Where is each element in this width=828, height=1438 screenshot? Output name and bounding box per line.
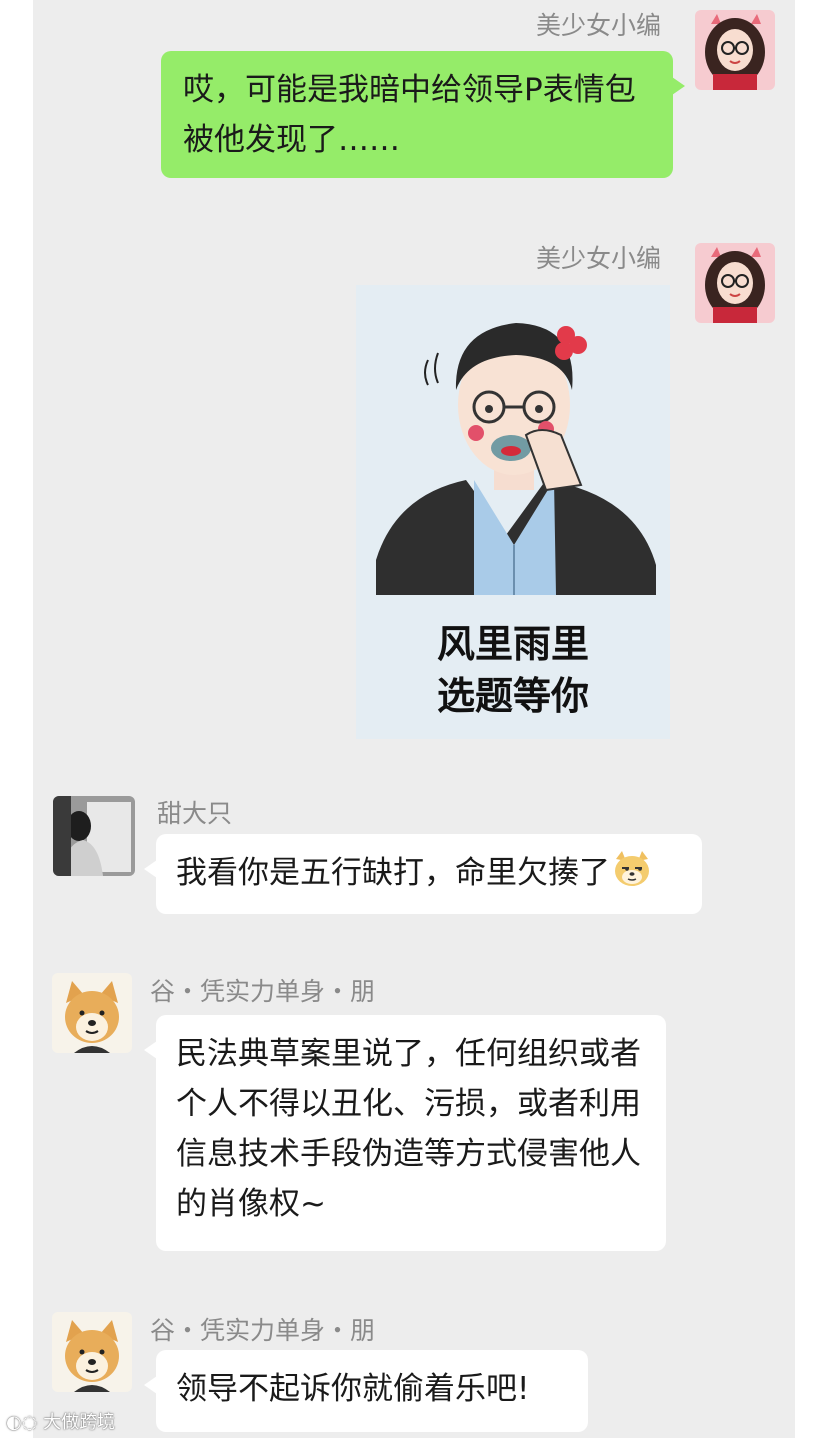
message-text: 领导不起诉你就偷着乐吧! <box>176 1371 530 1407</box>
avatar-gu[interactable] <box>52 1312 132 1392</box>
sender-name: 美少女小编 <box>536 244 662 273</box>
sender-name: 谷・凭实力单身・朋 <box>150 1316 376 1345</box>
sender-name: 美少女小编 <box>536 11 662 40</box>
avatar-meishaonv[interactable] <box>695 243 775 323</box>
watermark: ◐◌ 大做跨境 <box>6 1408 115 1434</box>
avatar-girl-illustration <box>695 10 775 90</box>
sender-name: 谷・凭实力单身・朋 <box>150 977 376 1006</box>
sticker-message[interactable]: 风里雨里 选题等你 <box>356 285 670 739</box>
man-illustration <box>376 323 656 595</box>
message-bubble-incoming[interactable]: 领导不起诉你就偷着乐吧! <box>144 1350 588 1432</box>
sticker-caption-line1: 风里雨里 <box>436 622 589 666</box>
avatar-photo <box>53 796 135 876</box>
avatar-meishaonv[interactable] <box>695 10 775 90</box>
shiba-dog-avatar <box>52 973 132 1053</box>
message-bubble-outgoing[interactable]: 哎，可能是我暗中给领导P表情包被他发现了…… <box>161 51 685 178</box>
message-text: 民法典草案里说了，任何组织或者个人不得以丑化、污损，或者利用信息技术手段伪造等方… <box>176 1036 641 1222</box>
sender-name: 甜大只 <box>157 799 233 828</box>
shiba-dog-avatar <box>52 1312 132 1392</box>
avatar-tiandazhi[interactable] <box>53 796 135 876</box>
sticker-caption-line2: 选题等你 <box>436 674 589 718</box>
avatar-gu[interactable] <box>52 973 132 1053</box>
message-bubble-incoming[interactable]: 民法典草案里说了，任何组织或者个人不得以丑化、污损，或者利用信息技术手段伪造等方… <box>144 1015 666 1251</box>
watermark-text: 大做跨境 <box>43 1412 116 1433</box>
message-text: 我看你是五行缺打，命里欠揍了 <box>176 855 610 891</box>
message-text: 哎，可能是我暗中给领导P表情包被他发现了…… <box>183 72 636 158</box>
doge-emoji-icon <box>615 851 649 886</box>
message-bubble-incoming[interactable]: 我看你是五行缺打，命里欠揍了 <box>144 834 702 914</box>
avatar-girl-illustration <box>695 243 775 323</box>
watermark-logo-icon: ◐◌ <box>6 1412 38 1433</box>
